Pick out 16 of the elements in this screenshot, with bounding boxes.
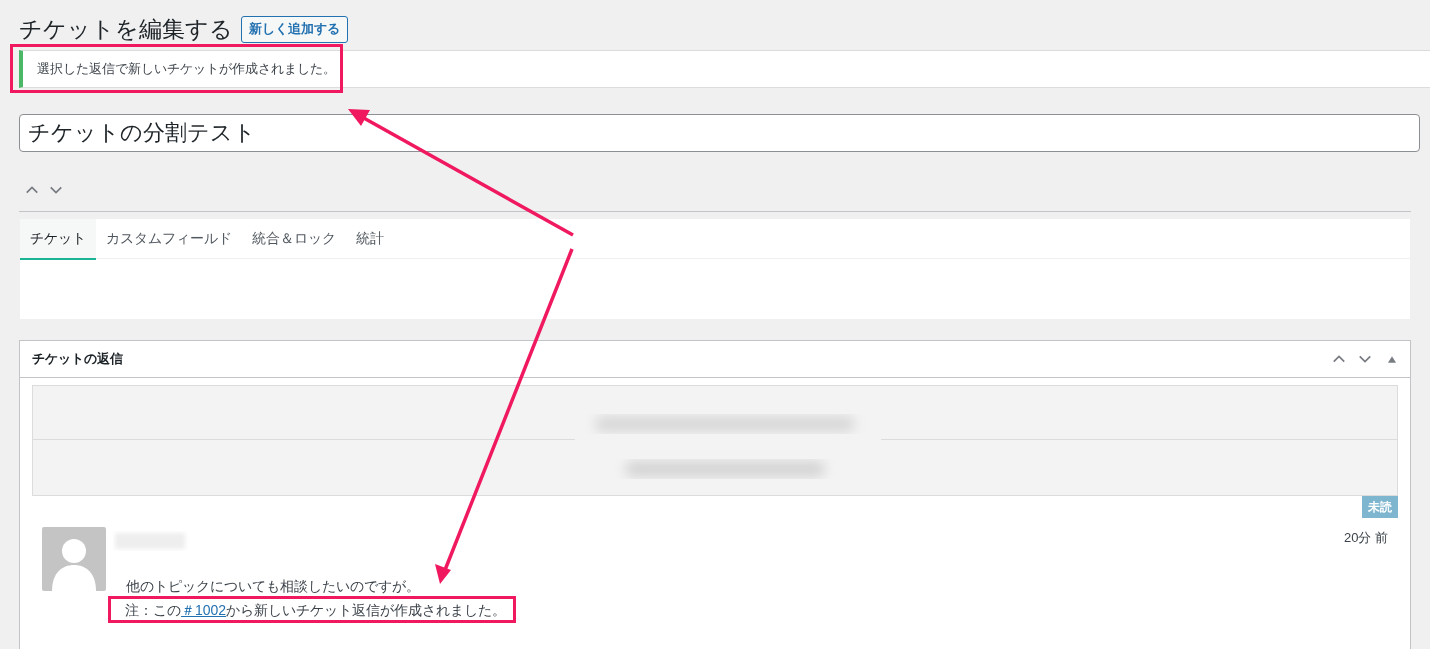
reply-time: 20分 前 [1343, 529, 1388, 547]
tab[interactable]: チケット [20, 219, 96, 260]
unread-badge: 未読 [1362, 496, 1398, 518]
tab[interactable]: 統合＆ロック [242, 219, 346, 260]
title-field[interactable]: チケットの分割テスト [19, 114, 1420, 152]
notice-text: 選択した返信で新しいチケットが作成されました。 [37, 60, 336, 79]
collapse-icon[interactable] [1388, 355, 1396, 363]
avatar [42, 527, 106, 591]
panel-title: チケットの返信 [32, 350, 123, 369]
ticket-link[interactable]: ＃1002 [181, 601, 227, 618]
reply-message: 他のトピックについても相談したいのですが。 [126, 577, 420, 596]
page-title: チケットを編集する [19, 14, 233, 44]
split-note: 注：この＃1002から新しいチケット返信が作成されました。 [125, 600, 507, 619]
add-new-button[interactable]: 新しく追加する [241, 15, 348, 43]
tab[interactable]: 統計 [346, 219, 394, 260]
tab[interactable]: カスタムフィールド [96, 219, 242, 260]
